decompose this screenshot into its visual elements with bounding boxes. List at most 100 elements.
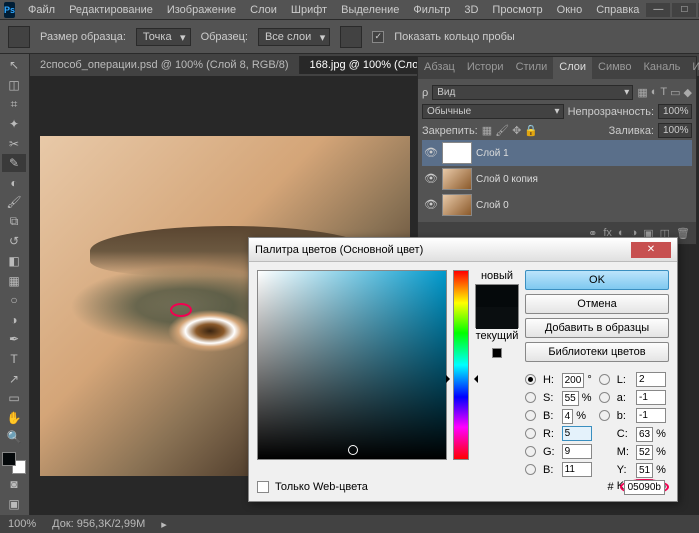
- menu-type[interactable]: Шрифт: [284, 4, 334, 16]
- filter-adj-icon[interactable]: ◐: [651, 86, 658, 99]
- tool-eyedropper[interactable]: ✎: [2, 154, 26, 173]
- menu-filter[interactable]: Фильтр: [406, 4, 457, 16]
- color-libraries-button[interactable]: Библиотеки цветов: [525, 342, 669, 362]
- menu-select[interactable]: Выделение: [334, 4, 406, 16]
- dialog-titlebar[interactable]: Палитра цветов (Основной цвет) ✕: [249, 238, 677, 262]
- input-m[interactable]: 52: [636, 445, 653, 460]
- fill-value[interactable]: 100%: [658, 123, 692, 138]
- tool-screenmode[interactable]: ▣: [2, 494, 26, 513]
- hue-slider[interactable]: [453, 270, 469, 460]
- menu-window[interactable]: Окно: [550, 4, 590, 16]
- tool-marquee[interactable]: ◫: [2, 76, 26, 95]
- layer-thumbnail[interactable]: [442, 168, 472, 190]
- filter-smart-icon[interactable]: ◆: [684, 86, 692, 99]
- window-minimize[interactable]: —: [646, 3, 670, 17]
- menu-layers[interactable]: Слои: [243, 4, 284, 16]
- layer-row-1[interactable]: 👁 Слой 1: [422, 140, 692, 166]
- tool-dodge[interactable]: ◑: [2, 311, 26, 330]
- input-r[interactable]: 5: [562, 426, 592, 441]
- add-swatch-button[interactable]: Добавить в образцы: [525, 318, 669, 338]
- dialog-close-button[interactable]: ✕: [631, 242, 671, 258]
- layer-name[interactable]: Слой 1: [476, 148, 509, 159]
- sample-select[interactable]: Все слои: [258, 28, 330, 46]
- filter-shape-icon[interactable]: ▭: [670, 86, 680, 99]
- cancel-button[interactable]: Отмена: [525, 294, 669, 314]
- zoom-value[interactable]: 100%: [8, 518, 36, 530]
- input-bc[interactable]: 11: [562, 462, 592, 477]
- window-maximize[interactable]: □: [672, 3, 696, 17]
- tool-stamp[interactable]: ⧉: [2, 213, 26, 232]
- radio-g[interactable]: [525, 446, 536, 457]
- layer-row-3[interactable]: 👁 Слой 0: [422, 192, 692, 218]
- tab-character[interactable]: Симво: [592, 57, 638, 79]
- lock-all-icon[interactable]: 🔒: [524, 124, 538, 137]
- tab-channels[interactable]: Каналь: [638, 57, 687, 79]
- menu-3d[interactable]: 3D: [457, 4, 485, 16]
- menu-help[interactable]: Справка: [589, 4, 646, 16]
- ok-button[interactable]: OK: [525, 270, 669, 290]
- tool-gradient[interactable]: ▦: [2, 271, 26, 290]
- tool-wand[interactable]: ✦: [2, 115, 26, 134]
- visibility-icon[interactable]: 👁: [424, 198, 438, 212]
- cube-icon[interactable]: [492, 348, 502, 358]
- tool-history-brush[interactable]: ↺: [2, 232, 26, 251]
- delete-layer-icon[interactable]: 🗑: [676, 227, 690, 240]
- tool-shape[interactable]: ▭: [2, 389, 26, 408]
- input-c[interactable]: 63: [636, 427, 653, 442]
- tool-zoom[interactable]: 🔍: [2, 428, 26, 447]
- layer-thumbnail[interactable]: [442, 194, 472, 216]
- radio-s[interactable]: [525, 392, 536, 403]
- menu-view[interactable]: Просмотр: [485, 4, 549, 16]
- input-l[interactable]: 2: [636, 372, 666, 387]
- blend-mode-select[interactable]: Обычные: [422, 104, 564, 119]
- radio-b[interactable]: [525, 410, 536, 421]
- input-s[interactable]: 55: [562, 391, 579, 406]
- hex-input[interactable]: 05090b: [624, 480, 665, 495]
- radio-r[interactable]: [525, 428, 536, 439]
- radio-bc[interactable]: [525, 464, 536, 475]
- tool-lasso[interactable]: ⌗: [2, 95, 26, 114]
- visibility-icon[interactable]: 👁: [424, 172, 438, 186]
- tab-styles[interactable]: Стили: [510, 57, 554, 79]
- sample-size-select[interactable]: Точка: [136, 28, 191, 46]
- tool-path[interactable]: ↗: [2, 369, 26, 388]
- layer-row-2[interactable]: 👁 Слой 0 копия: [422, 166, 692, 192]
- kind-select[interactable]: Вид: [432, 85, 633, 100]
- tab-paragraph[interactable]: Абзац: [418, 57, 461, 79]
- filter-pixel-icon[interactable]: ▦: [637, 86, 647, 99]
- foreground-color[interactable]: [2, 452, 16, 466]
- filter-type-icon[interactable]: T: [660, 86, 667, 99]
- web-colors-checkbox[interactable]: [257, 481, 269, 493]
- tool-eraser[interactable]: ◧: [2, 252, 26, 271]
- menu-file[interactable]: Файл: [21, 4, 62, 16]
- input-g[interactable]: 9: [562, 444, 592, 459]
- show-ring-checkbox[interactable]: ✓: [372, 31, 384, 43]
- lock-position-icon[interactable]: ✥: [512, 124, 521, 137]
- tool-pen[interactable]: ✒: [2, 330, 26, 349]
- tool-quickmask[interactable]: ◙: [2, 475, 26, 494]
- tab-sources[interactable]: Источн: [686, 57, 699, 79]
- opacity-value[interactable]: 100%: [658, 104, 692, 119]
- layer-name[interactable]: Слой 0 копия: [476, 174, 538, 185]
- tool-blur[interactable]: ○: [2, 291, 26, 310]
- tool-brush[interactable]: 🖌: [2, 193, 26, 212]
- tool-move[interactable]: ↖: [2, 56, 26, 75]
- doc-size[interactable]: Док: 956,3K/2,99M: [52, 518, 145, 530]
- status-arrow-icon[interactable]: ▸: [161, 518, 167, 531]
- layer-thumbnail[interactable]: [442, 142, 472, 164]
- input-a[interactable]: -1: [636, 390, 666, 405]
- input-bv[interactable]: 4: [562, 409, 574, 424]
- lock-pixels-icon[interactable]: 🖌: [495, 124, 509, 137]
- radio-h[interactable]: [525, 374, 536, 385]
- tool-heal[interactable]: ◐: [2, 173, 26, 192]
- current-color-swatch[interactable]: [476, 307, 518, 329]
- options-extra-icon[interactable]: [340, 26, 362, 48]
- visibility-icon[interactable]: 👁: [424, 146, 438, 160]
- radio-l[interactable]: [599, 374, 610, 385]
- layer-name[interactable]: Слой 0: [476, 200, 509, 211]
- hue-slider-thumb[interactable]: [450, 371, 474, 379]
- radio-lb[interactable]: [599, 410, 610, 421]
- doc-tab-1[interactable]: 2способ_операции.psd @ 100% (Слой 8, RGB…: [30, 56, 300, 74]
- input-h[interactable]: 200: [562, 373, 585, 388]
- tab-history[interactable]: Истори: [461, 57, 510, 79]
